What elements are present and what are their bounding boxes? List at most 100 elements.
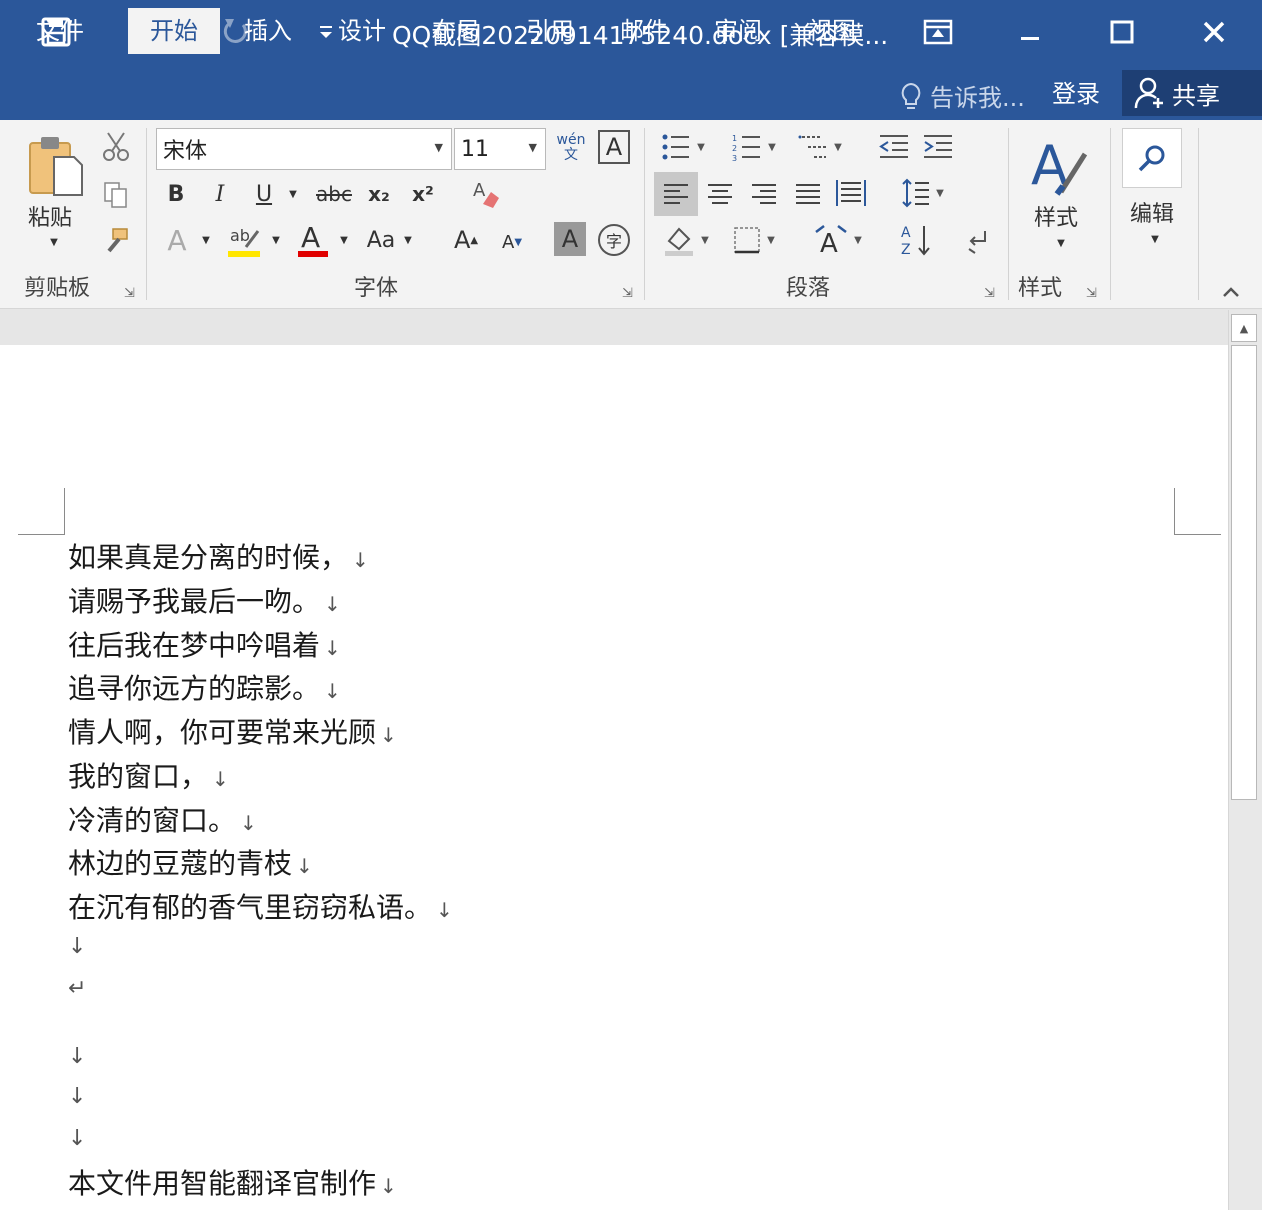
text-line[interactable]: 追寻你远方的踪影。 ↓ [68,667,341,707]
text-line[interactable]: 情人啊，你可要常来光顾 ↓ [68,711,397,751]
sort-icon[interactable]: AZ [896,220,936,260]
svg-text:1: 1 [732,134,737,143]
shrink-font-button[interactable]: A ▼ [496,226,528,258]
svg-text:A: A [473,180,486,201]
line-text: 我的窗口， [68,760,209,793]
text-line[interactable]: 林边的豆蔻的青枝 ↓ [68,842,313,882]
maximize-icon[interactable] [1104,14,1140,50]
font-color-dropdown-icon[interactable]: ▼ [336,232,352,248]
editing-button[interactable] [1122,128,1182,188]
scrollbar-thumb[interactable] [1231,345,1257,800]
close-icon[interactable] [1196,14,1232,50]
cut-icon[interactable] [100,130,132,164]
enclose-characters-icon[interactable]: 字 [598,224,630,256]
change-case-dropdown-icon[interactable]: ▼ [400,232,416,248]
strikethrough-button[interactable]: abc [314,178,354,210]
change-case-button[interactable]: Aa [362,222,400,258]
align-right-icon[interactable] [746,176,782,212]
ribbon-display-options-icon[interactable] [920,14,956,50]
multilevel-list-icon[interactable]: ▼ [792,130,848,164]
numbering-icon[interactable]: 1 2 3 ▼ [726,130,782,164]
line-text: 往后我在梦中吟唱着 [68,629,321,662]
text-line[interactable]: 往后我在梦中吟唱着 ↓ [68,624,341,664]
asian-layout-icon[interactable]: A ▼ [810,220,866,260]
highlight-dropdown-icon[interactable]: ▼ [268,232,284,248]
tab-mailings[interactable]: 邮件 [598,8,690,54]
character-shading-icon[interactable]: A [554,222,586,256]
svg-text:3: 3 [732,154,737,162]
increase-indent-icon[interactable] [920,130,956,164]
tab-view[interactable]: 视图 [786,8,878,54]
character-border-icon[interactable]: A [598,130,630,164]
phonetic-guide-button[interactable]: wén 文 [552,128,590,168]
editing-dropdown-icon[interactable]: ▼ [1146,230,1164,248]
line-break-mark: ↓ [68,1084,87,1109]
svg-text:2: 2 [732,144,737,153]
distributed-icon[interactable] [832,174,870,212]
tab-review[interactable]: 审阅 [692,8,784,54]
scroll-up-arrow-icon[interactable]: ▲ [1231,314,1257,342]
paragraph-dialog-launcher-icon[interactable]: ⇲ [984,286,995,301]
tab-home[interactable]: 开始 [128,8,220,54]
grow-font-button[interactable]: A ▲ [450,222,482,258]
ruler-area [0,308,1262,346]
tab-insert[interactable]: 插入 [222,8,314,54]
tell-me-box[interactable]: 告诉我... [898,78,1025,113]
text-line[interactable]: 冷清的窗口。 ↓ [68,799,257,839]
shading-icon[interactable]: ▼ [658,220,714,260]
font-name-combo[interactable]: 宋体 ▼ [156,128,452,170]
font-color-icon[interactable]: A [294,220,332,260]
show-marks-icon[interactable] [960,222,996,258]
font-dialog-launcher-icon[interactable]: ⇲ [622,286,633,301]
paste-dropdown-icon[interactable]: ▼ [44,232,64,252]
tab-layout[interactable]: 布局 [410,8,502,54]
font-size-combo[interactable]: 11 ▼ [454,128,546,170]
text-line[interactable]: 在沉有郁的香气里窃窃私语。 ↓ [68,886,453,926]
svg-text:Z: Z [901,242,911,257]
tab-references[interactable]: 引用 [504,8,596,54]
text-line[interactable]: 我的窗口， ↓ [68,755,229,795]
collapse-ribbon-icon[interactable] [1218,280,1244,304]
login-button[interactable]: 登录 [1052,74,1100,109]
underline-button[interactable]: U [248,178,280,210]
minimize-icon[interactable] [1012,14,1048,50]
tab-file[interactable]: 文件 [14,8,106,54]
line-break-mark: ↓ [380,1174,397,1198]
justify-icon[interactable] [790,176,826,212]
text-line[interactable]: 如果真是分离的时候， ↓ [68,536,369,576]
align-left-icon[interactable] [654,172,698,216]
text-effects-dropdown-icon[interactable]: ▼ [198,232,214,248]
paste-button[interactable] [24,132,88,198]
styles-dialog-launcher-icon[interactable]: ⇲ [1086,286,1097,301]
underline-dropdown-icon[interactable]: ▼ [284,184,302,204]
text-line[interactable]: 本文件用智能翻译官制作 ↓ [68,1162,397,1202]
bold-button[interactable]: B [160,178,192,210]
borders-icon[interactable]: ▼ [726,222,782,258]
styles-gallery-icon[interactable]: A [1026,130,1092,200]
clipboard-dialog-launcher-icon[interactable]: ⇲ [124,286,135,301]
text-line[interactable]: 请赐予我最后一吻。 ↓ [68,580,341,620]
bullets-icon[interactable]: ▼ [658,130,708,164]
decrease-indent-icon[interactable] [876,130,912,164]
person-add-icon [1134,76,1166,110]
svg-text:A: A [901,225,911,241]
svg-text:A: A [301,221,320,254]
italic-button[interactable]: I [204,178,236,210]
tab-design[interactable]: 设计 [316,8,408,54]
text-effects-icon[interactable]: A [160,222,194,258]
format-painter-icon[interactable] [100,224,132,258]
line-spacing-icon[interactable]: ▼ [896,174,950,212]
grow-font-label: A [453,226,471,254]
share-button[interactable]: 共享 [1122,70,1262,116]
highlight-icon[interactable]: ab [224,220,264,260]
styles-dropdown-icon[interactable]: ▼ [1052,234,1070,252]
subscript-button[interactable]: x₂ [362,178,396,210]
clear-formatting-icon[interactable]: A [466,176,504,212]
font-size-value: 11 [461,136,489,162]
line-text: 林边的豆蔻的青枝 [68,847,293,880]
pinyin-char: 文 [564,147,578,163]
align-center-icon[interactable] [702,176,738,212]
page-margin-corner-left [18,488,65,535]
superscript-button[interactable]: x² [406,178,440,210]
copy-icon[interactable] [100,178,132,212]
